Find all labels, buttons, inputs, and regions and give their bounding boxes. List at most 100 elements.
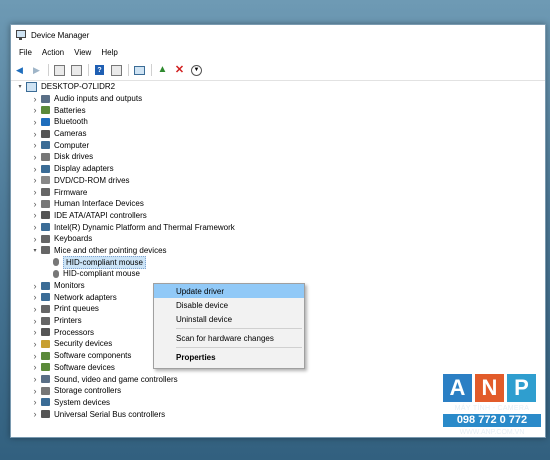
uninstall-icon[interactable]: ✕: [174, 64, 185, 76]
tree-category[interactable]: › Display adapters: [11, 163, 545, 175]
tree-category[interactable]: › Intel(R) Dynamic Platform and Thermal F…: [11, 221, 545, 233]
tree-category[interactable]: › Computer: [11, 139, 545, 151]
context-disable-device[interactable]: Disable device: [154, 298, 304, 312]
tree-category-label: Batteries: [54, 105, 86, 115]
expand-chevron-icon[interactable]: ›: [31, 409, 39, 419]
context-scan-hardware[interactable]: Scan for hardware changes: [154, 331, 304, 345]
tree-category-label: Print queues: [54, 304, 99, 314]
tree-category[interactable]: › Cameras: [11, 128, 545, 140]
device-tree: ▾ DESKTOP-O7LIDR2 › Audio inputs and output…: [11, 81, 545, 420]
expand-chevron-icon[interactable]: ›: [31, 327, 39, 337]
expand-chevron-icon[interactable]: ›: [31, 152, 39, 162]
tree-category-label: Software components: [54, 351, 132, 361]
tree-device[interactable]: HID-compliant mouse: [11, 268, 545, 280]
expand-chevron-icon[interactable]: ›: [31, 292, 39, 302]
component-icon: [41, 363, 50, 372]
printer-icon: [41, 316, 50, 325]
collapse-chevron-icon[interactable]: ▾: [16, 83, 24, 90]
expand-chevron-icon[interactable]: ›: [31, 199, 39, 209]
tree-category[interactable]: › Human Interface Devices: [11, 198, 545, 210]
menu-action[interactable]: Action: [37, 48, 69, 57]
tree-category-label: Firmware: [54, 187, 88, 197]
collapse-chevron-icon[interactable]: ▾: [31, 247, 39, 254]
camera-icon: [41, 129, 50, 138]
expand-chevron-icon[interactable]: ›: [31, 222, 39, 232]
download-icon[interactable]: ▼: [191, 64, 202, 76]
expand-chevron-icon[interactable]: ›: [31, 129, 39, 139]
tree-category[interactable]: ▾ Mice and other pointing devices: [11, 245, 545, 257]
tree-category[interactable]: › Bluetooth: [11, 116, 545, 128]
expand-chevron-icon[interactable]: ›: [31, 397, 39, 407]
computer-icon: [26, 81, 37, 92]
tree-device[interactable]: HID-compliant mouse: [11, 255, 545, 269]
tree-category-label: Mice and other pointing devices: [54, 245, 167, 255]
display-icon: [41, 164, 50, 173]
tree-category[interactable]: › Audio inputs and outputs: [11, 93, 545, 105]
monitor-icon[interactable]: [134, 65, 145, 76]
speaker-icon: [41, 94, 50, 103]
tree-root[interactable]: ▾ DESKTOP-O7LIDR2: [11, 81, 545, 93]
expand-chevron-icon[interactable]: ›: [31, 187, 39, 197]
expand-chevron-icon[interactable]: ›: [31, 362, 39, 372]
keyboard-icon: [41, 234, 50, 243]
expand-chevron-icon[interactable]: ›: [31, 339, 39, 349]
tree-category[interactable]: › Batteries: [11, 104, 545, 116]
expand-chevron-icon[interactable]: ›: [31, 94, 39, 104]
expand-chevron-icon[interactable]: ›: [31, 374, 39, 384]
tree-category[interactable]: › Firmware: [11, 186, 545, 198]
expand-chevron-icon[interactable]: ›: [31, 386, 39, 396]
expand-chevron-icon[interactable]: ›: [31, 140, 39, 150]
help-icon[interactable]: ?: [94, 65, 105, 76]
enable-icon[interactable]: ▲: [157, 65, 168, 76]
mouse-icon: [53, 269, 59, 278]
tree-category-label: IDE ATA/ATAPI controllers: [54, 210, 147, 220]
disk-icon: [41, 152, 50, 161]
ide-icon: [41, 211, 50, 220]
menu-file[interactable]: File: [14, 48, 37, 57]
expand-chevron-icon[interactable]: ›: [31, 304, 39, 314]
tree-category-label: Keyboards: [54, 234, 93, 244]
expand-chevron-icon[interactable]: ›: [31, 351, 39, 361]
expand-chevron-icon[interactable]: ›: [31, 316, 39, 326]
logo-subtitle: MÁY TÍNH - CAMERA: [454, 405, 530, 412]
properties-sheet-icon[interactable]: [111, 64, 122, 76]
expand-chevron-icon[interactable]: ›: [31, 164, 39, 174]
forward-arrow-icon[interactable]: ▶: [31, 65, 42, 76]
expand-chevron-icon[interactable]: ›: [31, 210, 39, 220]
tree-device-label: HID-compliant mouse: [63, 269, 140, 279]
window-title: Device Manager: [31, 30, 90, 40]
chip-icon: [41, 223, 50, 232]
anp-watermark-logo: A N P MÁY TÍNH - CAMERA 098 772 0 772 WW…: [440, 374, 544, 454]
expand-chevron-icon[interactable]: ›: [31, 105, 39, 115]
system-icon: [41, 398, 50, 407]
tree-category[interactable]: › Keyboards: [11, 233, 545, 245]
tree-category[interactable]: › Disk drives: [11, 151, 545, 163]
tree-category[interactable]: › DVD/CD-ROM drives: [11, 175, 545, 187]
context-menu: Update driver Disable device Uninstall d…: [153, 283, 305, 369]
toolbar-separator: [88, 64, 89, 76]
tree-category-label: Processors: [54, 327, 95, 337]
logo-website: WWW.ANP.COM.VN: [459, 429, 525, 436]
back-arrow-icon[interactable]: ◀: [14, 65, 25, 76]
expand-chevron-icon[interactable]: ›: [31, 117, 39, 127]
menu-view[interactable]: View: [69, 48, 96, 57]
context-uninstall-device[interactable]: Uninstall device: [154, 312, 304, 326]
context-properties[interactable]: Properties: [154, 350, 304, 364]
expand-chevron-icon[interactable]: ›: [31, 281, 39, 291]
storage-icon: [41, 386, 50, 395]
expand-chevron-icon[interactable]: ›: [31, 234, 39, 244]
tree-category[interactable]: › IDE ATA/ATAPI controllers: [11, 210, 545, 222]
title-bar: Device Manager: [11, 25, 545, 45]
battery-icon: [41, 106, 50, 115]
properties-icon[interactable]: [54, 64, 65, 76]
tree-category-label: Storage controllers: [54, 386, 122, 396]
menu-help[interactable]: Help: [96, 48, 122, 57]
tree-category-label: Disk drives: [54, 152, 94, 162]
update-icon[interactable]: [71, 64, 82, 76]
usb-icon: [41, 410, 50, 419]
expand-chevron-icon[interactable]: ›: [31, 175, 39, 185]
toolbar-separator: [48, 64, 49, 76]
tree-category-label: Software devices: [54, 362, 115, 372]
context-update-driver[interactable]: Update driver: [154, 284, 304, 298]
tree-category-label: Intel(R) Dynamic Platform and Thermal Fr…: [54, 222, 235, 232]
